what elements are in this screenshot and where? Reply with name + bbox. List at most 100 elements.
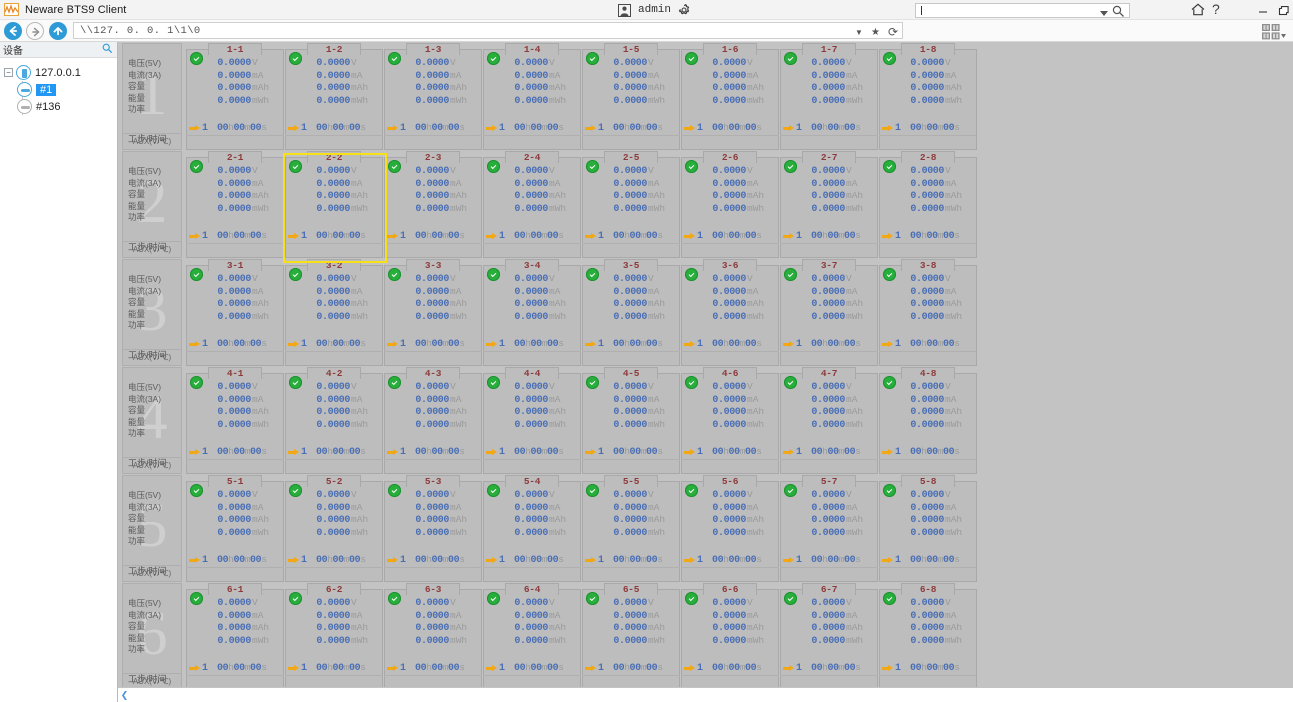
step-number: 1 (202, 122, 209, 134)
channel-cell-2-8[interactable]: 2-8 0.0000V 0.0000mA 0.0000mAh 0.0000mWh 1 00h… (879, 151, 977, 258)
channel-cell-1-1[interactable]: 1-1 0.0000V 0.0000mA 0.0000mAh 0.0000mWh 1 00h… (186, 43, 284, 150)
magnifier-icon[interactable] (1112, 5, 1125, 21)
grid-view-icon[interactable] (1259, 21, 1289, 41)
channel-cell-2-2[interactable]: 2-2 0.0000V 0.0000mA 0.0000mAh 0.0000mWh 1 00h… (283, 151, 387, 263)
scroll-track[interactable] (131, 688, 1293, 702)
channel-cell-5-8[interactable]: 5-8 0.0000V 0.0000mA 0.0000mAh 0.0000mWh 1 00h… (879, 475, 977, 582)
tab-joint (902, 594, 954, 597)
channel-cell-5-1[interactable]: 5-1 0.0000V 0.0000mA 0.0000mAh 0.0000mWh 1 00h… (186, 475, 284, 582)
magnifier-icon[interactable] (102, 43, 113, 57)
value-unit: mWh (549, 202, 567, 214)
tree-item-136[interactable]: #136 (17, 98, 117, 115)
channel-cell-3-3[interactable]: 3-3 0.0000V 0.0000mA 0.0000mAh 0.0000mWh 1 00h… (384, 259, 482, 366)
channel-cell-5-3[interactable]: 5-3 0.0000V 0.0000mA 0.0000mAh 0.0000mWh 1 00h… (384, 475, 482, 582)
global-search-input[interactable] (915, 3, 1130, 18)
value-row: 0.0000mAh (186, 622, 284, 635)
channel-cell-6-8[interactable]: 6-8 0.0000V 0.0000mA 0.0000mAh 0.0000mWh 1 00h… (879, 583, 977, 687)
tree-item-1[interactable]: #1 (17, 81, 117, 98)
measurement-values: 0.0000V 0.0000mA 0.0000mAh 0.0000mWh (384, 165, 482, 215)
channel-cell-4-8[interactable]: 4-8 0.0000V 0.0000mA 0.0000mAh 0.0000mWh 1 00h… (879, 367, 977, 474)
channel-cell-5-6[interactable]: 5-6 0.0000V 0.0000mA 0.0000mAh 0.0000mWh 1 00h… (681, 475, 779, 582)
measurement-values: 0.0000V 0.0000mA 0.0000mAh 0.0000mWh (681, 273, 779, 323)
channel-cell-1-7[interactable]: 1-7 0.0000V 0.0000mA 0.0000mAh 0.0000mWh 1 00h… (780, 43, 878, 150)
channel-cell-2-7[interactable]: 2-7 0.0000V 0.0000mA 0.0000mAh 0.0000mWh 1 00h… (780, 151, 878, 258)
channel-cell-5-2[interactable]: 5-2 0.0000V 0.0000mA 0.0000mAh 0.0000mWh 1 00h… (285, 475, 383, 582)
channel-cell-4-4[interactable]: 4-4 0.0000V 0.0000mA 0.0000mAh 0.0000mWh 1 00h… (483, 367, 581, 474)
channel-cell-3-8[interactable]: 3-8 0.0000V 0.0000mA 0.0000mAh 0.0000mWh 1 00h… (879, 259, 977, 366)
scroll-left-button[interactable]: ❮ (118, 689, 131, 702)
tree-item-label: #136 (36, 100, 61, 113)
value-unit: mWh (450, 310, 468, 322)
channel-cell-4-2[interactable]: 4-2 0.0000V 0.0000mA 0.0000mAh 0.0000mWh 1 00h… (285, 367, 383, 474)
chevron-down-icon[interactable]: ▼ (855, 28, 863, 37)
channel-cell-4-6[interactable]: 4-6 0.0000V 0.0000mA 0.0000mAh 0.0000mWh 1 00h… (681, 367, 779, 474)
channel-cell-4-7[interactable]: 4-7 0.0000V 0.0000mA 0.0000mAh 0.0000mWh 1 00h… (780, 367, 878, 474)
value-number: 0.0000 (217, 515, 251, 526)
arrow-right-icon (585, 124, 597, 132)
cell-aux-footer (483, 135, 581, 150)
channel-cell-1-8[interactable]: 1-8 0.0000V 0.0000mA 0.0000mAh 0.0000mWh 1 00h… (879, 43, 977, 150)
forward-button[interactable] (26, 21, 44, 40)
channel-cell-3-5[interactable]: 3-5 0.0000V 0.0000mA 0.0000mAh 0.0000mWh 1 00h… (582, 259, 680, 366)
value-number: 0.0000 (415, 515, 449, 526)
measurement-label: 电压(5V) (128, 58, 162, 68)
channel-cell-3-7[interactable]: 3-7 0.0000V 0.0000mA 0.0000mAh 0.0000mWh 1 00h… (780, 259, 878, 366)
channel-cell-4-5[interactable]: 4-5 0.0000V 0.0000mA 0.0000mAh 0.0000mWh 1 00h… (582, 367, 680, 474)
channel-cell-6-3[interactable]: 6-3 0.0000V 0.0000mA 0.0000mAh 0.0000mWh 1 00h… (384, 583, 482, 687)
step-time-row: 1 00h00m00s (186, 121, 284, 135)
refresh-icon[interactable]: ⟳ (888, 25, 898, 39)
horizontal-scrollbar[interactable]: ❮ (118, 687, 1293, 702)
channel-cell-1-4[interactable]: 1-4 0.0000V 0.0000mA 0.0000mAh 0.0000mWh 1 00h… (483, 43, 581, 150)
value-number: 0.0000 (613, 407, 647, 418)
cell-aux-footer (384, 351, 482, 366)
channel-cell-2-6[interactable]: 2-6 0.0000V 0.0000mA 0.0000mAh 0.0000mWh 1 00h… (681, 151, 779, 258)
channel-cell-1-3[interactable]: 1-3 0.0000V 0.0000mA 0.0000mAh 0.0000mWh 1 00h… (384, 43, 482, 150)
channel-cell-6-4[interactable]: 6-4 0.0000V 0.0000mA 0.0000mAh 0.0000mWh 1 00h… (483, 583, 581, 687)
channel-cell-2-5[interactable]: 2-5 0.0000V 0.0000mA 0.0000mAh 0.0000mWh 1 00h… (582, 151, 680, 258)
arrow-right-icon (783, 232, 795, 240)
value-unit: mA (351, 69, 363, 81)
elapsed-time: 00h00m00s (514, 230, 564, 242)
up-button[interactable] (49, 21, 67, 40)
channel-cell-3-6[interactable]: 3-6 0.0000V 0.0000mA 0.0000mAh 0.0000mWh 1 00h… (681, 259, 779, 366)
channel-cell-5-4[interactable]: 5-4 0.0000V 0.0000mA 0.0000mAh 0.0000mWh 1 00h… (483, 475, 581, 582)
channel-cell-4-3[interactable]: 4-3 0.0000V 0.0000mA 0.0000mAh 0.0000mWh 1 00h… (384, 367, 482, 474)
maximize-button[interactable] (1272, 0, 1293, 20)
channel-cell-6-5[interactable]: 6-5 0.0000V 0.0000mA 0.0000mAh 0.0000mWh 1 00h… (582, 583, 680, 687)
channel-cell-3-4[interactable]: 3-4 0.0000V 0.0000mA 0.0000mAh 0.0000mWh 1 00h… (483, 259, 581, 366)
step-number: 1 (202, 338, 209, 350)
home-icon[interactable] (1191, 3, 1205, 19)
channel-cell-6-1[interactable]: 6-1 0.0000V 0.0000mA 0.0000mAh 0.0000mWh 1 00h… (186, 583, 284, 687)
value-row: 0.0000mAh (384, 190, 482, 203)
channel-cell-2-3[interactable]: 2-3 0.0000V 0.0000mA 0.0000mAh 0.0000mWh 1 00h… (384, 151, 482, 258)
chevron-down-icon[interactable] (1100, 8, 1108, 20)
gear-icon[interactable] (678, 3, 690, 16)
channel-cell-3-2[interactable]: 3-2 0.0000V 0.0000mA 0.0000mAh 0.0000mWh 1 00h… (285, 259, 383, 366)
channel-cell-1-6[interactable]: 1-6 0.0000V 0.0000mA 0.0000mAh 0.0000mWh 1 00h… (681, 43, 779, 150)
channel-cell-6-6[interactable]: 6-6 0.0000V 0.0000mA 0.0000mAh 0.0000mWh 1 00h… (681, 583, 779, 687)
channel-cell-2-1[interactable]: 2-1 0.0000V 0.0000mA 0.0000mAh 0.0000mWh 1 00h… (186, 151, 284, 258)
cell-aux-footer (879, 351, 977, 366)
channel-cell-1-2[interactable]: 1-2 0.0000V 0.0000mA 0.0000mAh 0.0000mWh 1 00h… (285, 43, 383, 150)
channel-cell-5-5[interactable]: 5-5 0.0000V 0.0000mA 0.0000mAh 0.0000mWh 1 00h… (582, 475, 680, 582)
elapsed-time: 00h00m00s (514, 338, 564, 350)
channel-cell-1-5[interactable]: 1-5 0.0000V 0.0000mA 0.0000mAh 0.0000mWh 1 00h… (582, 43, 680, 150)
channel-cell-2-4[interactable]: 2-4 0.0000V 0.0000mA 0.0000mAh 0.0000mWh 1 00h… (483, 151, 581, 258)
tree-item-127001[interactable]: − 127.0.0.1 (4, 64, 117, 115)
value-number: 0.0000 (217, 502, 251, 514)
value-number: 0.0000 (910, 191, 944, 202)
channel-cell-5-7[interactable]: 5-7 0.0000V 0.0000mA 0.0000mAh 0.0000mWh 1 00h… (780, 475, 878, 582)
elapsed-time: 00h00m00s (712, 338, 762, 350)
channel-cell-3-1[interactable]: 3-1 0.0000V 0.0000mA 0.0000mAh 0.0000mWh 1 00h… (186, 259, 284, 366)
channel-cell-6-7[interactable]: 6-7 0.0000V 0.0000mA 0.0000mAh 0.0000mWh 1 00h… (780, 583, 878, 687)
value-unit: mA (846, 609, 858, 621)
back-button[interactable] (4, 21, 22, 40)
help-icon[interactable]: ? (1212, 2, 1220, 16)
step-time-row: 1 00h00m00s (681, 445, 779, 459)
channel-cell-6-2[interactable]: 6-2 0.0000V 0.0000mA 0.0000mAh 0.0000mWh 1 00h… (285, 583, 383, 687)
favorite-icon[interactable]: ★ (871, 27, 880, 38)
channel-cell-4-1[interactable]: 4-1 0.0000V 0.0000mA 0.0000mAh 0.0000mWh 1 00h… (186, 367, 284, 474)
minimize-button[interactable] (1252, 0, 1274, 20)
address-bar-input[interactable]: \\127. 0. 0. 1\1\0 ▼ ★ ⟳ (73, 22, 903, 39)
tree-expander[interactable]: − (4, 68, 13, 77)
